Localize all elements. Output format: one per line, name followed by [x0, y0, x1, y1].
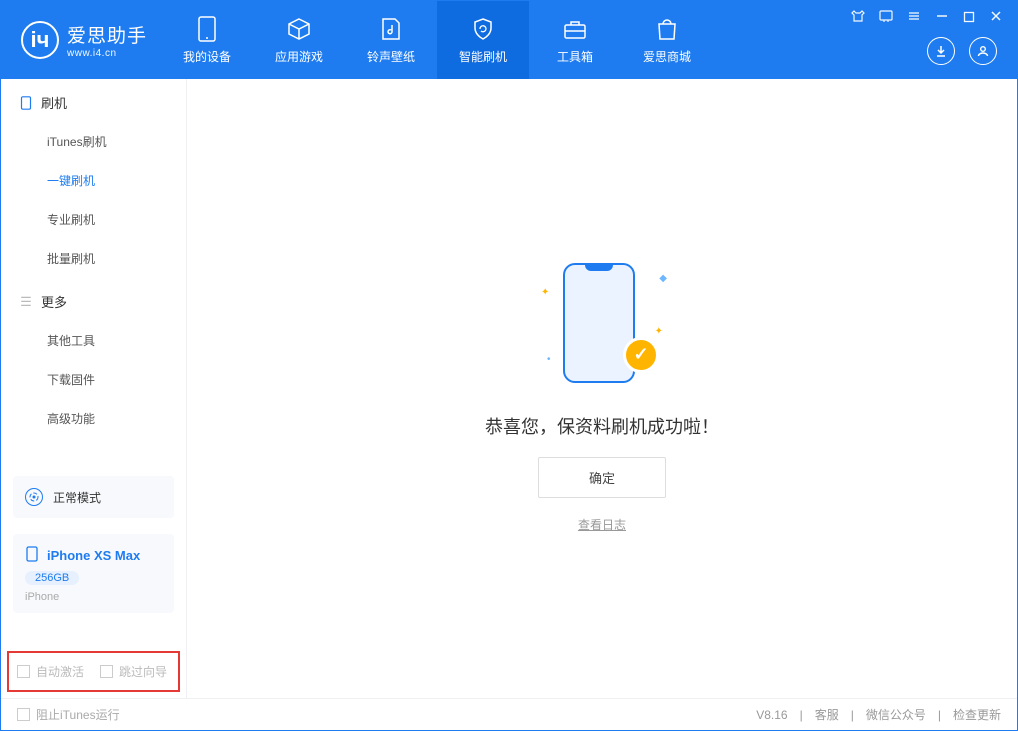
- nav-store[interactable]: 爱思商城: [621, 1, 713, 79]
- sidebar-item-itunes-flash[interactable]: iTunes刷机: [1, 122, 186, 161]
- success-illustration: ✦ ◆ • ✦ ✓: [527, 245, 677, 395]
- nav-toolbox[interactable]: 工具箱: [529, 1, 621, 79]
- sparkle-icon: ✦: [541, 287, 549, 298]
- sidebar-item-other-tools[interactable]: 其他工具: [1, 321, 186, 360]
- sidebar-section-flash: 刷机: [1, 79, 186, 122]
- success-message: 恭喜您，保资料刷机成功啦！: [485, 413, 719, 439]
- logo-block[interactable]: iч 爱思助手 www.i4.cn: [1, 21, 161, 59]
- header-actions: [927, 37, 997, 65]
- block-itunes-checkbox[interactable]: 阻止iTunes运行: [17, 706, 120, 723]
- check-update-link[interactable]: 检查更新: [953, 706, 1001, 723]
- wechat-link[interactable]: 微信公众号: [866, 706, 926, 723]
- device-type: iPhone: [25, 591, 59, 603]
- sidebar-item-pro-flash[interactable]: 专业刷机: [1, 200, 186, 239]
- highlighted-options: 自动激活 跳过向导: [7, 651, 180, 692]
- bag-icon: [654, 16, 680, 42]
- phone-graphic: [563, 263, 635, 383]
- menu-icon[interactable]: [907, 9, 921, 28]
- sidebar-item-batch-flash[interactable]: 批量刷机: [1, 239, 186, 278]
- device-capacity-badge: 256GB: [25, 571, 79, 585]
- sidebar: 刷机 iTunes刷机 一键刷机 专业刷机 批量刷机 ☰ 更多 其他工具 下载固…: [1, 79, 187, 698]
- cube-icon: [286, 16, 312, 42]
- nav-smart-flash[interactable]: 智能刷机: [437, 1, 529, 79]
- skip-guide-checkbox[interactable]: 跳过向导: [100, 663, 167, 680]
- view-log-link[interactable]: 查看日志: [578, 516, 626, 533]
- toolbox-icon: [562, 16, 588, 42]
- device-name: iPhone XS Max: [47, 548, 140, 563]
- maximize-icon[interactable]: [963, 10, 975, 28]
- sidebar-item-download-firmware[interactable]: 下载固件: [1, 360, 186, 399]
- nav-apps-games[interactable]: 应用游戏: [253, 1, 345, 79]
- auto-activate-checkbox[interactable]: 自动激活: [17, 663, 84, 680]
- shield-refresh-icon: [470, 16, 496, 42]
- main-content: ✦ ◆ • ✦ ✓ 恭喜您，保资料刷机成功啦！ 确定 查看日志: [187, 79, 1017, 698]
- download-button[interactable]: [927, 37, 955, 65]
- check-badge-icon: ✓: [623, 337, 659, 373]
- music-file-icon: [378, 16, 404, 42]
- sidebar-item-oneclick-flash[interactable]: 一键刷机: [1, 161, 186, 200]
- sparkle-icon: ◆: [659, 273, 667, 284]
- mode-label: 正常模式: [53, 489, 101, 506]
- sparkle-icon: ✦: [655, 326, 663, 337]
- phone-icon: [194, 16, 220, 42]
- support-link[interactable]: 客服: [815, 706, 839, 723]
- sidebar-section-more: ☰ 更多: [1, 278, 186, 321]
- device-phone-icon: [25, 546, 39, 565]
- list-small-icon: ☰: [19, 295, 33, 309]
- app-domain: www.i4.cn: [67, 48, 147, 59]
- nav-ringtones-wallpapers[interactable]: 铃声壁纸: [345, 1, 437, 79]
- checkbox-icon: [100, 665, 113, 678]
- sidebar-item-advanced[interactable]: 高级功能: [1, 399, 186, 438]
- version-label: V8.16: [756, 708, 787, 722]
- footer: 阻止iTunes运行 V8.16 | 客服 | 微信公众号 | 检查更新: [1, 698, 1017, 730]
- ok-button[interactable]: 确定: [538, 457, 666, 498]
- mode-card[interactable]: 正常模式: [13, 476, 174, 518]
- skin-icon[interactable]: [851, 9, 865, 28]
- minimize-icon[interactable]: [935, 9, 949, 28]
- app-name: 爱思助手: [67, 21, 147, 48]
- header: iч 爱思助手 www.i4.cn 我的设备 应用游戏 铃声壁纸 智能刷机: [1, 1, 1017, 79]
- top-nav: 我的设备 应用游戏 铃声壁纸 智能刷机 工具箱 爱思商城: [161, 1, 713, 79]
- window-controls: [851, 9, 1003, 28]
- app-window: iч 爱思助手 www.i4.cn 我的设备 应用游戏 铃声壁纸 智能刷机: [0, 0, 1018, 731]
- feedback-icon[interactable]: [879, 9, 893, 28]
- mode-icon: [25, 488, 43, 506]
- user-button[interactable]: [969, 37, 997, 65]
- nav-my-device[interactable]: 我的设备: [161, 1, 253, 79]
- phone-small-icon: [19, 96, 33, 110]
- checkbox-icon: [17, 665, 30, 678]
- checkbox-icon: [17, 708, 30, 721]
- device-card[interactable]: iPhone XS Max 256GB iPhone: [13, 534, 174, 613]
- logo-icon: iч: [21, 21, 59, 59]
- sparkle-icon: •: [547, 354, 551, 365]
- close-icon[interactable]: [989, 9, 1003, 28]
- body: 刷机 iTunes刷机 一键刷机 专业刷机 批量刷机 ☰ 更多 其他工具 下载固…: [1, 79, 1017, 698]
